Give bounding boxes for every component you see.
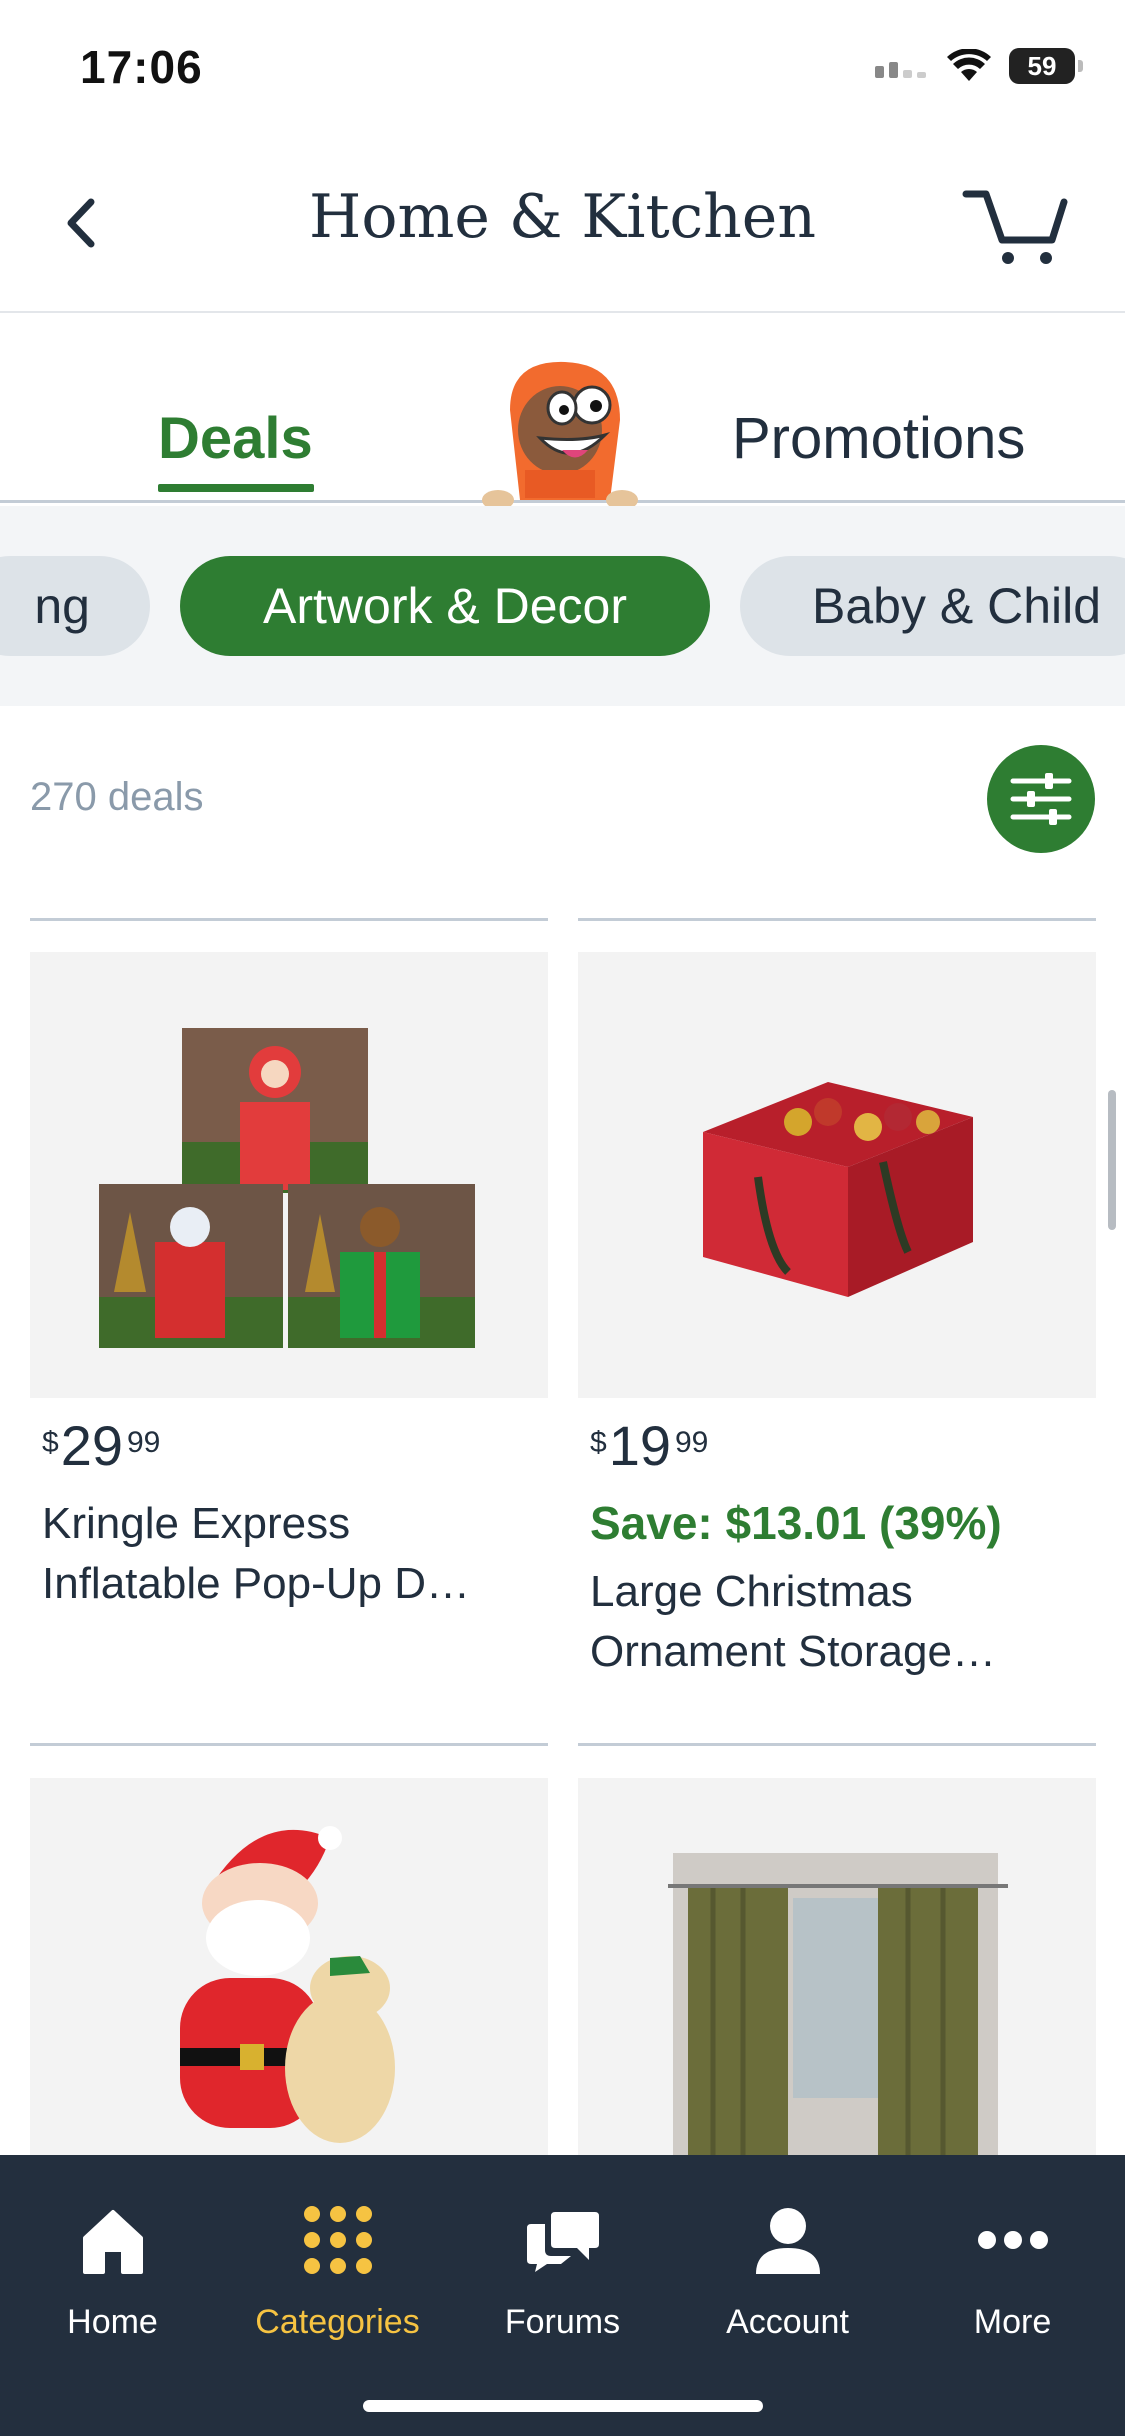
price-whole: 19	[608, 1414, 671, 1477]
nav-label: Home	[67, 2303, 158, 2341]
wifi-icon	[947, 49, 991, 81]
deals-tabs: Deals Promotions	[0, 315, 1125, 510]
person-icon	[755, 2208, 820, 2274]
price-currency: $	[42, 1426, 59, 1459]
grid-icon	[303, 2206, 372, 2274]
nav-header: Home & Kitchen	[0, 140, 1125, 313]
category-chips: ng Artwork & Decor Baby & Child	[0, 506, 1125, 706]
deals-count: 270 deals	[30, 775, 204, 819]
product-price: $ 19 99	[578, 1418, 1096, 1474]
home-icon	[82, 2210, 143, 2274]
more-icon	[977, 2231, 1048, 2249]
product-image[interactable]	[578, 952, 1096, 1398]
nav-label: Account	[726, 2303, 849, 2341]
product-card[interactable]: $ 19 99 Save: $13.01 (39%) Large Christm…	[578, 952, 1096, 1682]
price-whole: 29	[60, 1414, 123, 1477]
nav-home[interactable]: Home	[0, 2195, 225, 2365]
price-currency: $	[590, 1426, 607, 1459]
scroll-indicator[interactable]	[1108, 1090, 1116, 1230]
savings-label: Save: $13.01 (39%)	[590, 1497, 1002, 1549]
battery-indicator: 59	[1009, 48, 1083, 84]
active-tab-underline	[158, 484, 314, 492]
monkey-mascot-icon	[482, 361, 638, 510]
signal-icon	[875, 62, 926, 78]
home-indicator[interactable]	[363, 2400, 763, 2412]
price-fraction: 99	[674, 1426, 709, 1459]
row-divider	[578, 918, 1096, 921]
nav-label: More	[973, 2303, 1052, 2341]
nav-forums[interactable]: Forums	[450, 2195, 675, 2365]
product-title[interactable]: Kringle Express Inflatable Pop-Up D…	[30, 1494, 540, 1614]
nav-label: Categories	[255, 2303, 420, 2341]
row-divider	[578, 1743, 1096, 1746]
chip-previous-category[interactable]: ng	[0, 556, 150, 656]
row-divider	[30, 1743, 548, 1746]
inflatable-santa-image	[99, 1028, 475, 1348]
nav-account[interactable]: Account	[675, 2195, 900, 2365]
sliders-icon	[1010, 773, 1072, 825]
nav-more[interactable]: More	[900, 2195, 1125, 2365]
status-bar: 17:06 59	[0, 0, 1125, 140]
status-time: 17:06	[80, 41, 203, 93]
product-title[interactable]: Large Christmas Ornament Storage…	[578, 1562, 1088, 1682]
product-card[interactable]: $ 29 99 Kringle Express Inflatable Pop-U…	[30, 952, 548, 1614]
nav-label: Forums	[504, 2303, 621, 2341]
tab-deals[interactable]: Deals	[158, 405, 313, 472]
chip-baby-child[interactable]: Baby & Child	[740, 556, 1125, 656]
nav-categories[interactable]: Categories	[225, 2195, 450, 2365]
row-divider	[30, 918, 548, 921]
ornament-storage-box-image	[703, 1082, 973, 1297]
cart-button[interactable]	[960, 180, 1070, 270]
chip-artwork-decor[interactable]: Artwork & Decor	[180, 556, 710, 656]
bottom-navigation: Home Categories Forums Account More	[0, 2155, 1125, 2436]
chat-icon	[526, 2212, 599, 2272]
price-fraction: 99	[126, 1426, 161, 1459]
cart-icon	[962, 190, 1068, 264]
product-price: $ 29 99	[30, 1418, 548, 1474]
status-icons: 59	[875, 48, 1083, 84]
page-title: Home & Kitchen	[309, 182, 816, 252]
tab-promotions[interactable]: Promotions	[732, 405, 1025, 472]
product-image[interactable]	[30, 952, 548, 1398]
filter-button[interactable]	[987, 745, 1095, 853]
